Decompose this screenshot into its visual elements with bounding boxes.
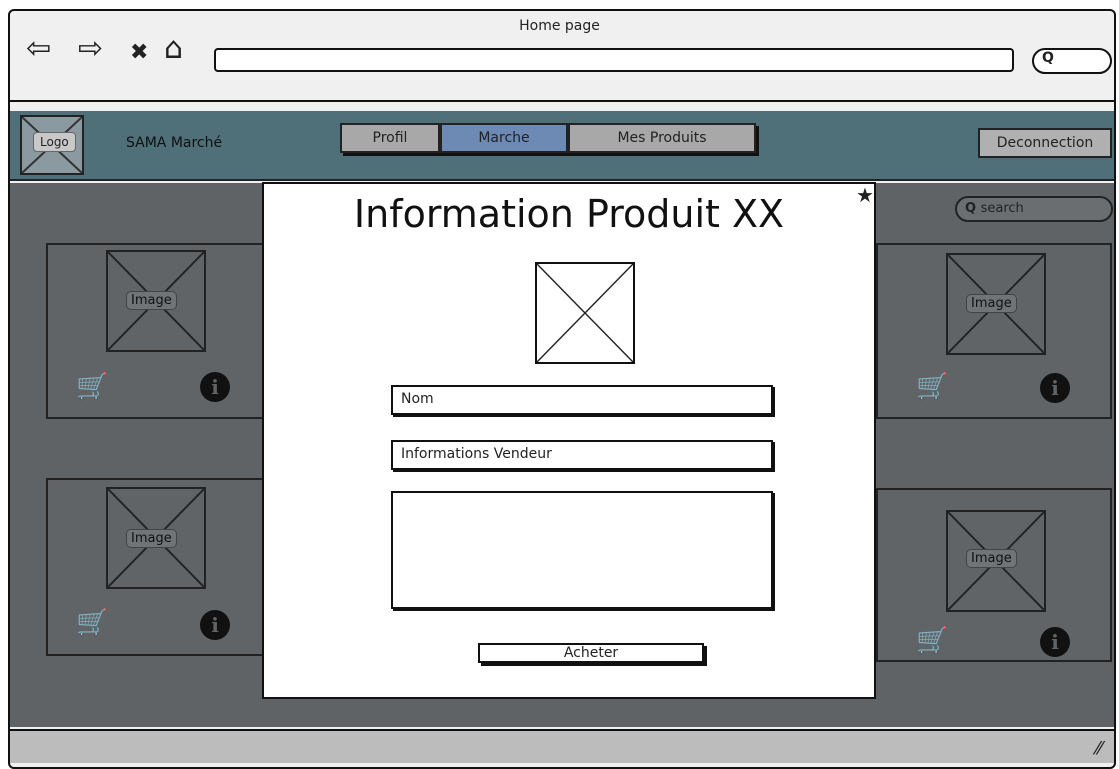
url-bar[interactable] <box>214 48 1014 72</box>
info-icon[interactable]: i <box>1040 373 1070 403</box>
search-icon: Q <box>965 201 981 216</box>
vendeur-info-field[interactable]: Informations Vendeur <box>391 440 773 470</box>
buy-button[interactable]: Acheter <box>478 643 704 663</box>
resize-grip-icon[interactable]: ⁄⁄ <box>1096 738 1102 759</box>
tab-mes-produits[interactable]: Mes Produits <box>568 123 756 153</box>
add-to-cart-icon[interactable]: 🛒 <box>916 626 948 656</box>
add-to-cart-icon[interactable]: 🛒 <box>916 372 948 402</box>
nom-field[interactable]: Nom <box>391 385 773 415</box>
logout-button[interactable]: Deconnection <box>978 128 1112 158</box>
stop-icon[interactable]: ✖ <box>130 38 148 68</box>
search-placeholder: search <box>980 201 1024 216</box>
back-arrow-icon[interactable]: ⇦ <box>26 34 51 64</box>
info-icon[interactable]: i <box>1040 627 1070 657</box>
image-label: Image <box>966 294 1017 313</box>
tab-marche[interactable]: Marche <box>440 123 568 153</box>
modal-title: Information Produit XX <box>353 192 785 236</box>
product-image <box>535 262 635 364</box>
magnifier-icon: Q <box>1042 50 1054 66</box>
image-label: Image <box>966 549 1017 568</box>
forward-arrow-icon[interactable]: ⇨ <box>78 34 103 64</box>
star-close-icon[interactable]: ★ <box>856 183 874 207</box>
info-icon[interactable]: i <box>200 610 230 640</box>
product-search-input[interactable]: Q search <box>955 196 1113 222</box>
brand-name: SAMA Marché <box>126 135 223 151</box>
tab-profil[interactable]: Profil <box>340 123 440 153</box>
description-textarea[interactable] <box>391 491 773 609</box>
add-to-cart-icon[interactable]: 🛒 <box>76 372 108 402</box>
status-bar <box>10 731 1114 763</box>
toolbar-divider <box>8 100 1116 102</box>
info-icon[interactable]: i <box>200 372 230 402</box>
image-label: Image <box>126 291 177 310</box>
image-label: Image <box>126 529 177 548</box>
add-to-cart-icon[interactable]: 🛒 <box>76 608 108 638</box>
logo-label: Logo <box>33 132 76 152</box>
home-icon[interactable]: ⌂ <box>164 34 183 64</box>
